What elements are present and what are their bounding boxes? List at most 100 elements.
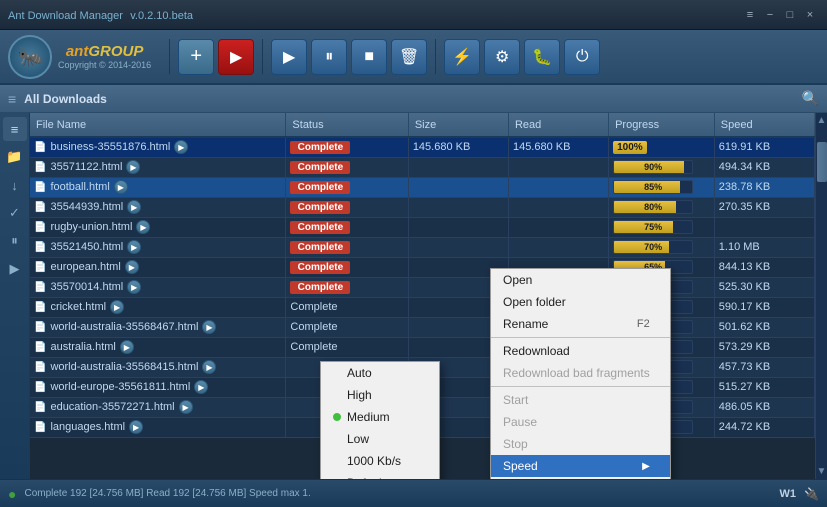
sidebar-item-3[interactable]: ↓ bbox=[3, 173, 27, 197]
cell-filename: 📄 35570014.html ▶ bbox=[30, 277, 286, 297]
file-icon: 📄 bbox=[34, 202, 46, 213]
table-row[interactable]: 📄 rugby-union.html ▶ Complete 75% bbox=[30, 217, 815, 237]
speed-submenu-item-1000-kbs[interactable]: 1000 Kb/s bbox=[321, 450, 439, 472]
app-version: v.0.2.10.beta bbox=[130, 10, 193, 22]
video-download-button[interactable]: ▶ bbox=[218, 39, 254, 75]
download-info-button[interactable]: ▶ bbox=[127, 200, 141, 214]
download-info-button[interactable]: ▶ bbox=[125, 260, 139, 274]
speed-submenu-item-auto[interactable]: Auto bbox=[321, 362, 439, 384]
context-menu-item-rename[interactable]: RenameF2 bbox=[491, 313, 670, 335]
filename-text: languages.html bbox=[50, 421, 125, 433]
settings-button[interactable]: ⚙ bbox=[484, 39, 520, 75]
cell-filename: 📄 australia.html ▶ bbox=[30, 337, 286, 357]
cell-filename: 📄 35521450.html ▶ bbox=[30, 237, 286, 257]
sidebar-item-4[interactable]: ✓ bbox=[3, 201, 27, 225]
cell-status: Complete bbox=[286, 317, 408, 337]
context-menu-item-open[interactable]: Open bbox=[491, 269, 670, 291]
status-badge: Complete bbox=[290, 141, 350, 154]
network-icon: 🔌 bbox=[804, 487, 819, 501]
status-text-plain: Complete bbox=[290, 301, 337, 313]
download-info-button[interactable]: ▶ bbox=[127, 280, 141, 294]
col-filename[interactable]: File Name bbox=[30, 113, 286, 137]
filename-text: world-australia-35568467.html bbox=[50, 321, 198, 333]
col-read[interactable]: Read bbox=[508, 113, 608, 137]
speed-submenu-item-low[interactable]: Low bbox=[321, 428, 439, 450]
scrollbar-up-arrow[interactable]: ▲ bbox=[815, 113, 827, 128]
maximize-button[interactable]: □ bbox=[781, 6, 799, 24]
speed-submenu-item-medium[interactable]: Medium bbox=[321, 406, 439, 428]
file-icon: 📄 bbox=[34, 322, 46, 333]
delete-button[interactable]: 🗑 bbox=[391, 39, 427, 75]
sidebar-folder[interactable]: 📁 bbox=[3, 145, 27, 169]
context-menu-item-open-folder[interactable]: Open folder bbox=[491, 291, 670, 313]
download-info-button[interactable]: ▶ bbox=[174, 140, 188, 154]
scrollbar-down-arrow[interactable]: ▼ bbox=[815, 464, 827, 479]
download-info-button[interactable]: ▶ bbox=[202, 360, 216, 374]
download-info-button[interactable]: ▶ bbox=[202, 320, 216, 334]
pause-button[interactable]: ⏸ bbox=[311, 39, 347, 75]
sidebar-all-downloads[interactable]: ≡ bbox=[3, 117, 27, 141]
table-row[interactable]: 📄 world-australia-35568467.html ▶ Comple… bbox=[30, 317, 815, 337]
scrollbar-thumb[interactable] bbox=[817, 142, 827, 182]
table-row[interactable]: 📄 cricket.html ▶ Complete 55% 590.17 KB bbox=[30, 297, 815, 317]
download-info-button[interactable]: ▶ bbox=[194, 380, 208, 394]
activate-button[interactable]: ⚡ bbox=[444, 39, 480, 75]
table-row[interactable]: 📄 business-35551876.html ▶ Complete145.6… bbox=[30, 137, 815, 157]
scrollbar[interactable]: ▲ ▼ bbox=[815, 113, 827, 479]
download-info-button[interactable]: ▶ bbox=[179, 400, 193, 414]
progress-percent: 100% bbox=[613, 141, 647, 154]
table-row[interactable]: 📄 35521450.html ▶ Complete 70% 1.10 MB bbox=[30, 237, 815, 257]
progress-bar: 80% bbox=[613, 200, 693, 214]
progress-label: 90% bbox=[644, 162, 662, 172]
col-size[interactable]: Size bbox=[408, 113, 508, 137]
cell-size: 145.680 KB bbox=[408, 137, 508, 157]
table-row[interactable]: 📄 35571122.html ▶ Complete 90% 494.34 KB bbox=[30, 157, 815, 177]
download-info-button[interactable]: ▶ bbox=[114, 180, 128, 194]
download-info-button[interactable]: ▶ bbox=[129, 420, 143, 434]
cell-status: Complete bbox=[286, 277, 408, 297]
minimize-button[interactable]: − bbox=[761, 6, 779, 24]
search-icon[interactable]: 🔍 bbox=[802, 90, 819, 107]
table-row[interactable]: 📄 european.html ▶ Complete 65% 844.13 KB bbox=[30, 257, 815, 277]
stop-button[interactable]: ■ bbox=[351, 39, 387, 75]
logo-name: antGROUP bbox=[58, 43, 151, 60]
start-button[interactable]: ▶ bbox=[271, 39, 307, 75]
sidebar-item-6[interactable]: ▶ bbox=[3, 257, 27, 281]
menu-button[interactable]: ≡ bbox=[741, 6, 759, 24]
speed-submenu-item-high[interactable]: High bbox=[321, 384, 439, 406]
add-download-button[interactable]: + bbox=[178, 39, 214, 75]
toolbar-separator-2 bbox=[262, 39, 263, 74]
file-icon: 📄 bbox=[34, 402, 46, 413]
download-info-button[interactable]: ▶ bbox=[126, 160, 140, 174]
power-button[interactable]: ⏻ bbox=[564, 39, 600, 75]
table-header-row: File Name Status Size Read Progress Spee… bbox=[30, 113, 815, 137]
speed-submenu-item-default[interactable]: Default bbox=[321, 472, 439, 479]
toolbar-separator-1 bbox=[169, 39, 170, 74]
progress-bar: 75% bbox=[613, 220, 693, 234]
col-status[interactable]: Status bbox=[286, 113, 408, 137]
bug-button[interactable]: 🐛 bbox=[524, 39, 560, 75]
cell-status: Complete bbox=[286, 137, 408, 157]
filename-text: rugby-union.html bbox=[50, 221, 132, 233]
download-info-button[interactable]: ▶ bbox=[136, 220, 150, 234]
sidebar-item-5[interactable]: ⏸ bbox=[3, 229, 27, 253]
download-info-button[interactable]: ▶ bbox=[110, 300, 124, 314]
filter-icon[interactable]: ≡ bbox=[8, 91, 16, 107]
col-speed[interactable]: Speed bbox=[714, 113, 814, 137]
table-row[interactable]: 📄 35544939.html ▶ Complete 80% 270.35 KB bbox=[30, 197, 815, 217]
filename-text: australia.html bbox=[50, 341, 115, 353]
download-info-button[interactable]: ▶ bbox=[120, 340, 134, 354]
cell-speed: 844.13 KB bbox=[714, 257, 814, 277]
table-row[interactable]: 📄 football.html ▶ Complete 85% 238.78 KB bbox=[30, 177, 815, 197]
filename-text: football.html bbox=[50, 181, 109, 193]
download-info-button[interactable]: ▶ bbox=[127, 240, 141, 254]
app-name: Ant Download Manager bbox=[8, 10, 123, 22]
filename-text: business-35551876.html bbox=[50, 141, 170, 153]
table-row[interactable]: 📄 australia.html ▶ Complete 45% 573.29 K… bbox=[30, 337, 815, 357]
close-button[interactable]: × bbox=[801, 6, 819, 24]
speed-item-label: 1000 Kb/s bbox=[347, 454, 401, 468]
col-progress[interactable]: Progress bbox=[609, 113, 715, 137]
context-menu-item-speed[interactable]: Speed▶ bbox=[491, 455, 670, 477]
context-menu-item-redownload[interactable]: Redownload bbox=[491, 340, 670, 362]
table-row[interactable]: 📄 35570014.html ▶ Complete 60% 525.30 KB bbox=[30, 277, 815, 297]
